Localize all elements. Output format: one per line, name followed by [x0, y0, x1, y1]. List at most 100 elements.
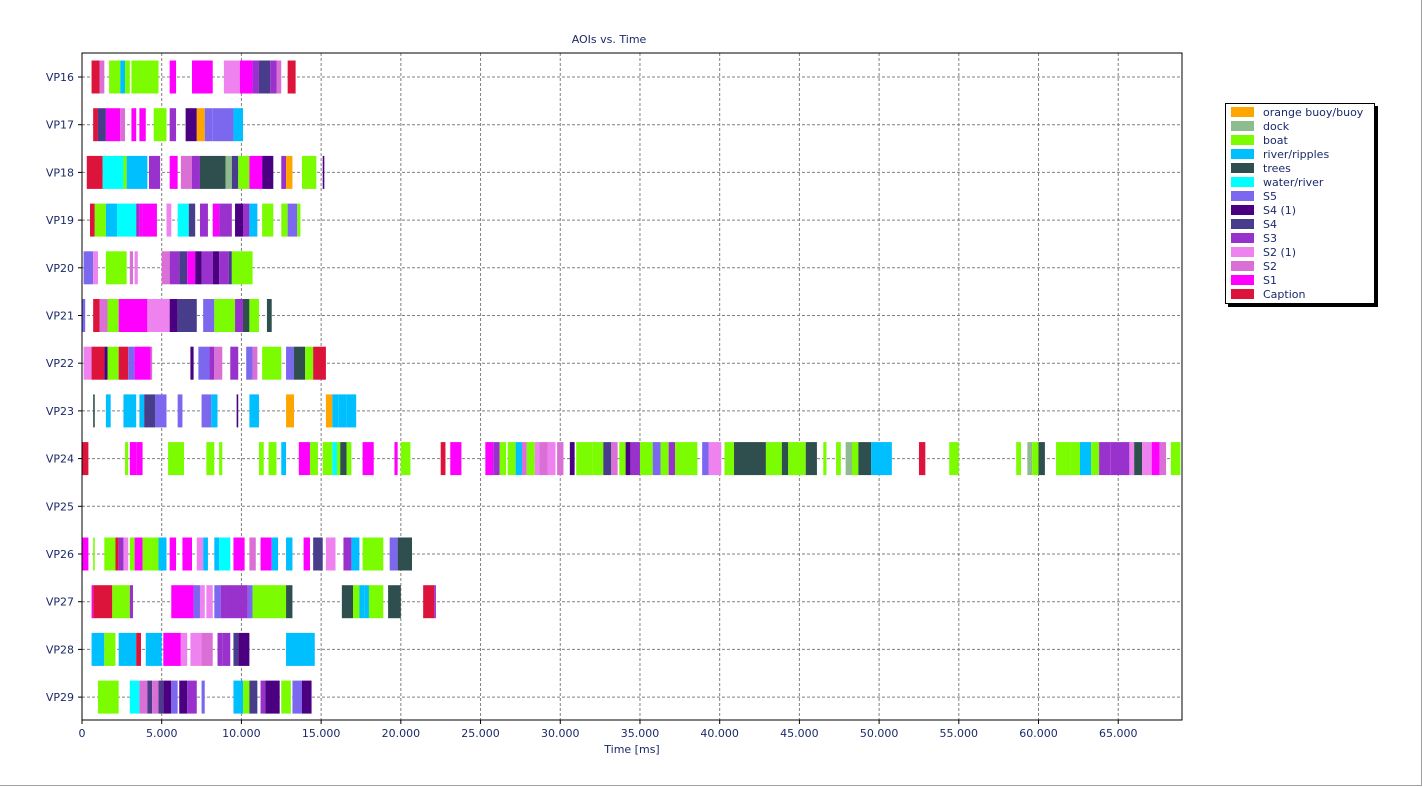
- aoi-timeline-chart: AOIs vs. Time VP16VP17VP18VP19VP20VP21VP…: [46, 33, 1183, 756]
- aoi-segment: [93, 394, 95, 428]
- aoi-segment: [276, 60, 282, 94]
- aoi-segment: [286, 155, 293, 189]
- aoi-segment: [193, 585, 200, 619]
- aoi-segment: [105, 108, 121, 142]
- aoi-segment: [262, 346, 282, 380]
- legend-label: river/ripples: [1263, 147, 1330, 161]
- aoi-segment: [1016, 442, 1021, 476]
- y-tick-label: VP29: [46, 691, 74, 704]
- legend-swatch: [1231, 247, 1254, 257]
- aoi-segment: [313, 537, 323, 571]
- aoi-segment: [147, 299, 170, 332]
- aoi-segment: [239, 60, 253, 94]
- aoi-segment: [534, 442, 540, 476]
- aoi-segment: [281, 155, 287, 189]
- aoi-segment: [332, 442, 338, 476]
- aoi-segment: [249, 299, 259, 332]
- aoi-segment: [192, 155, 200, 189]
- legend-item: S4 (1): [1226, 203, 1374, 217]
- aoi-segment: [107, 346, 119, 380]
- aoi-segment: [118, 632, 137, 666]
- legend-swatch: [1231, 275, 1254, 285]
- aoi-segment: [139, 108, 146, 142]
- x-tick-label: 10.000: [222, 727, 261, 740]
- aoi-segment: [117, 203, 137, 237]
- aoi-segment: [1091, 442, 1100, 476]
- aoi-segment: [180, 155, 192, 189]
- y-tick-label: VP28: [46, 643, 74, 656]
- aoi-segment: [219, 537, 231, 571]
- aoi-segment: [169, 299, 178, 332]
- x-tick-label: 5.000: [146, 727, 178, 740]
- aoi-segment: [233, 632, 239, 666]
- aoi-segment: [871, 442, 892, 476]
- y-tick-label: VP22: [46, 357, 74, 370]
- aoi-segment: [341, 585, 354, 619]
- aoi-segment: [765, 442, 782, 476]
- aoi-segment: [182, 537, 192, 571]
- aoi-segment: [298, 442, 310, 476]
- aoi-segment: [169, 60, 177, 94]
- x-tick-label: 55.000: [940, 727, 979, 740]
- y-tick-label: VP18: [46, 166, 74, 179]
- aoi-segment: [93, 251, 98, 285]
- aoi-segment: [148, 155, 161, 189]
- legend-item: S5: [1226, 189, 1374, 203]
- aoi-segment: [131, 108, 137, 142]
- aoi-segment: [97, 108, 106, 142]
- x-tick-label: 35.000: [621, 727, 660, 740]
- aoi-segment: [118, 346, 129, 380]
- aoi-segment: [190, 346, 194, 380]
- aoi-segment: [260, 680, 266, 714]
- aoi-segment: [145, 632, 162, 666]
- aoi-segment: [1151, 442, 1160, 476]
- aoi-segment: [223, 60, 240, 94]
- legend-swatch: [1231, 261, 1254, 271]
- x-tick-label: 65.000: [1099, 727, 1138, 740]
- aoi-segment: [292, 680, 302, 714]
- aoi-segment: [238, 155, 250, 189]
- aoi-segment: [220, 585, 226, 619]
- aoi-segment: [359, 585, 365, 619]
- aoi-segment: [82, 537, 89, 571]
- aoi-segment: [136, 442, 143, 476]
- aoi-segment: [196, 108, 205, 142]
- aoi-segment: [131, 60, 159, 94]
- aoi-segments: [82, 60, 1181, 714]
- aoi-segment: [179, 251, 188, 285]
- aoi-segment: [104, 632, 116, 666]
- aoi-segment: [211, 394, 218, 428]
- aoi-segment: [493, 442, 500, 476]
- aoi-segment: [171, 680, 178, 714]
- aoi-segment: [294, 346, 306, 380]
- aoi-segment: [243, 203, 250, 237]
- aoi-segment: [268, 442, 277, 476]
- aoi-segment: [434, 585, 436, 619]
- aoi-segment: [734, 442, 766, 476]
- aoi-segment: [450, 442, 462, 476]
- aoi-segment: [231, 155, 239, 189]
- aoi-segment: [99, 60, 105, 94]
- aoi-segment: [89, 203, 95, 237]
- aoi-segment: [1056, 442, 1071, 476]
- aoi-segment: [166, 203, 172, 237]
- aoi-segment: [214, 346, 223, 380]
- aoi-segment: [219, 251, 229, 285]
- aoi-segment: [163, 632, 181, 666]
- aoi-segment: [362, 442, 374, 476]
- aoi-segment: [1027, 442, 1033, 476]
- aoi-segment: [660, 442, 669, 476]
- aoi-segment: [258, 60, 271, 94]
- aoi-segment: [126, 155, 148, 189]
- aoi-segment: [286, 632, 315, 666]
- legend-swatch: [1231, 149, 1254, 159]
- y-tick-label: VP23: [46, 405, 74, 418]
- aoi-segment: [199, 155, 226, 189]
- legend: orange buoy/buoy dock boat river/ripples tre…: [1225, 103, 1375, 304]
- aoi-segment: [97, 680, 119, 714]
- aoi-segment: [332, 394, 339, 428]
- aoi-segment: [423, 585, 435, 619]
- aoi-segment: [249, 203, 258, 237]
- y-tick-label: VP24: [46, 453, 74, 466]
- aoi-segment: [230, 346, 239, 380]
